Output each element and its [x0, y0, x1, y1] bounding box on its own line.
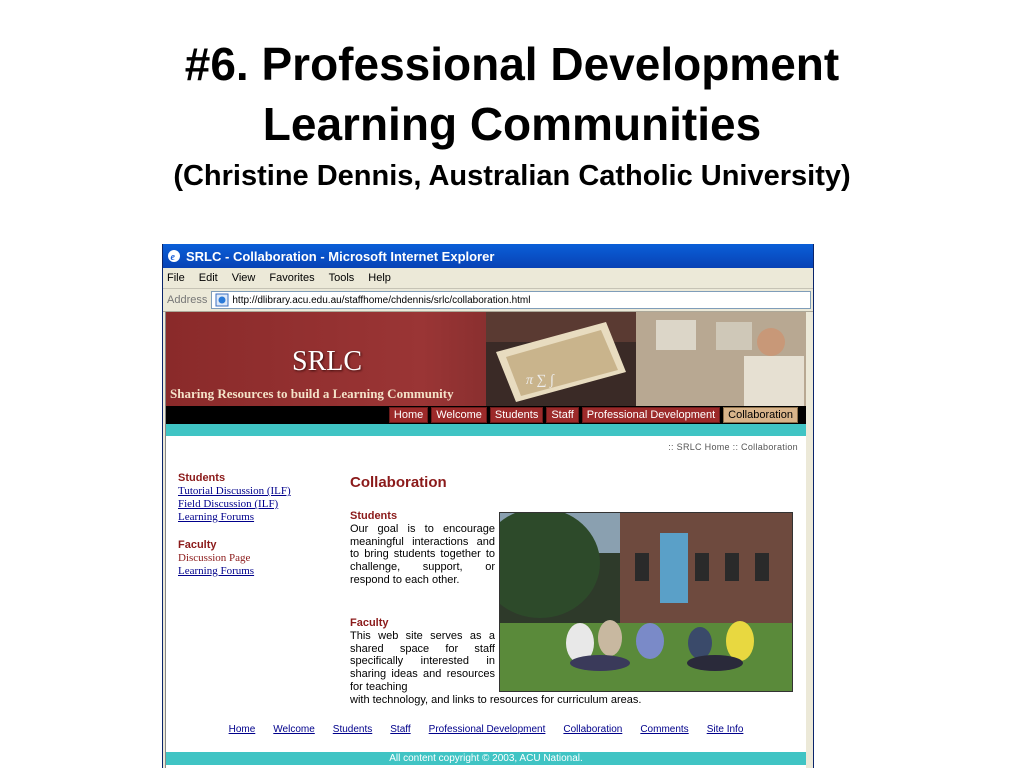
ie-logo-icon: e: [168, 250, 180, 263]
sidebar-link-tutorial-discussion[interactable]: Tutorial Discussion (ILF): [178, 485, 328, 498]
address-label: Address: [167, 294, 208, 306]
site-logo: SRLC: [292, 346, 363, 377]
footer-link-site-info[interactable]: Site Info: [707, 724, 744, 735]
address-bar: Address http://dlibrary.acu.edu.au/staff…: [163, 289, 813, 312]
address-field[interactable]: http://dlibrary.acu.edu.au/staffhome/chd…: [211, 291, 811, 309]
slide-title-line-2: Learning Communities: [262, 98, 762, 150]
page-icon: [215, 293, 229, 307]
sidebar-discussion-page: Discussion Page: [178, 552, 251, 564]
browser-window-title: SRLC - Collaboration - Microsoft Interne…: [186, 248, 495, 264]
faculty-body-tail: with technology, and links to resources …: [350, 694, 642, 706]
browser-titlebar[interactable]: e SRLC - Collaboration - Microsoft Inter…: [163, 244, 813, 268]
browser-window: e SRLC - Collaboration - Microsoft Inter…: [162, 244, 814, 768]
nav-professional-development[interactable]: Professional Development: [581, 407, 721, 423]
address-url: http://dlibrary.acu.edu.au/staffhome/chd…: [232, 294, 531, 306]
menu-edit[interactable]: Edit: [199, 272, 218, 284]
svg-text:e: e: [171, 252, 176, 263]
students-body: Our goal is to encourage meaningful inte…: [350, 522, 495, 586]
svg-text:π ∑ ∫: π ∑ ∫: [526, 373, 555, 388]
footer-link-welcome[interactable]: Welcome: [273, 724, 315, 735]
menu-file[interactable]: File: [167, 272, 185, 284]
faculty-body: This web site serves as a shared space f…: [350, 629, 495, 693]
nav-welcome[interactable]: Welcome: [431, 407, 487, 423]
menu-favorites[interactable]: Favorites: [269, 272, 314, 284]
sidebar-link-learning-forums-faculty[interactable]: Learning Forums: [178, 565, 328, 578]
copyright-bar: All content copyright © 2003, ACU Nation…: [166, 752, 806, 765]
browser-menubar: File Edit View Favorites Tools Help: [163, 268, 813, 289]
banner-collage-image: π ∑ ∫: [486, 312, 806, 406]
sidebar: Students Tutorial Discussion (ILF) Field…: [178, 472, 328, 578]
sidebar-faculty-heading: Faculty: [178, 539, 217, 551]
page-title: Collaboration: [350, 474, 447, 491]
site-banner: π ∑ ∫ SRLC Sharing Resources to build a …: [166, 312, 806, 406]
page-viewport: π ∑ ∫ SRLC Sharing Resources to build a …: [165, 312, 810, 768]
footer-link-staff[interactable]: Staff: [390, 724, 410, 735]
footer-link-professional-development[interactable]: Professional Development: [429, 724, 546, 735]
sidebar-students-heading: Students: [178, 472, 226, 484]
nav-home[interactable]: Home: [388, 407, 429, 423]
menu-tools[interactable]: Tools: [329, 272, 355, 284]
footer-link-comments[interactable]: Comments: [640, 724, 688, 735]
faculty-section: Faculty This web site serves as a shared…: [350, 617, 495, 694]
nav-collaboration[interactable]: Collaboration: [723, 407, 798, 423]
campus-students-photo: [499, 512, 793, 692]
footer-link-home[interactable]: Home: [229, 724, 256, 735]
faculty-heading: Faculty: [350, 617, 389, 629]
footer-link-students[interactable]: Students: [333, 724, 372, 735]
breadcrumb[interactable]: :: SRLC Home :: Collaboration: [668, 442, 798, 452]
menu-view[interactable]: View: [232, 272, 256, 284]
menu-help[interactable]: Help: [368, 272, 391, 284]
sidebar-link-field-discussion[interactable]: Field Discussion (ILF): [178, 498, 328, 511]
site-navbar: Home Welcome Students Staff Professional…: [166, 406, 806, 424]
students-section: Students Our goal is to encourage meanin…: [350, 510, 495, 587]
site-tagline: Sharing Resources to build a Learning Co…: [170, 386, 454, 401]
sidebar-link-learning-forums-students[interactable]: Learning Forums: [178, 511, 328, 524]
footer-nav: Home Welcome Students Staff Professional…: [166, 724, 806, 735]
teal-divider: [166, 424, 806, 436]
footer-link-collaboration[interactable]: Collaboration: [563, 724, 622, 735]
slide-subtitle: (Christine Dennis, Australian Catholic U…: [173, 160, 851, 192]
slide-title-line-1: #6. Professional Development: [184, 38, 840, 90]
nav-students[interactable]: Students: [489, 407, 544, 423]
nav-staff[interactable]: Staff: [546, 407, 579, 423]
students-heading: Students: [350, 510, 398, 522]
